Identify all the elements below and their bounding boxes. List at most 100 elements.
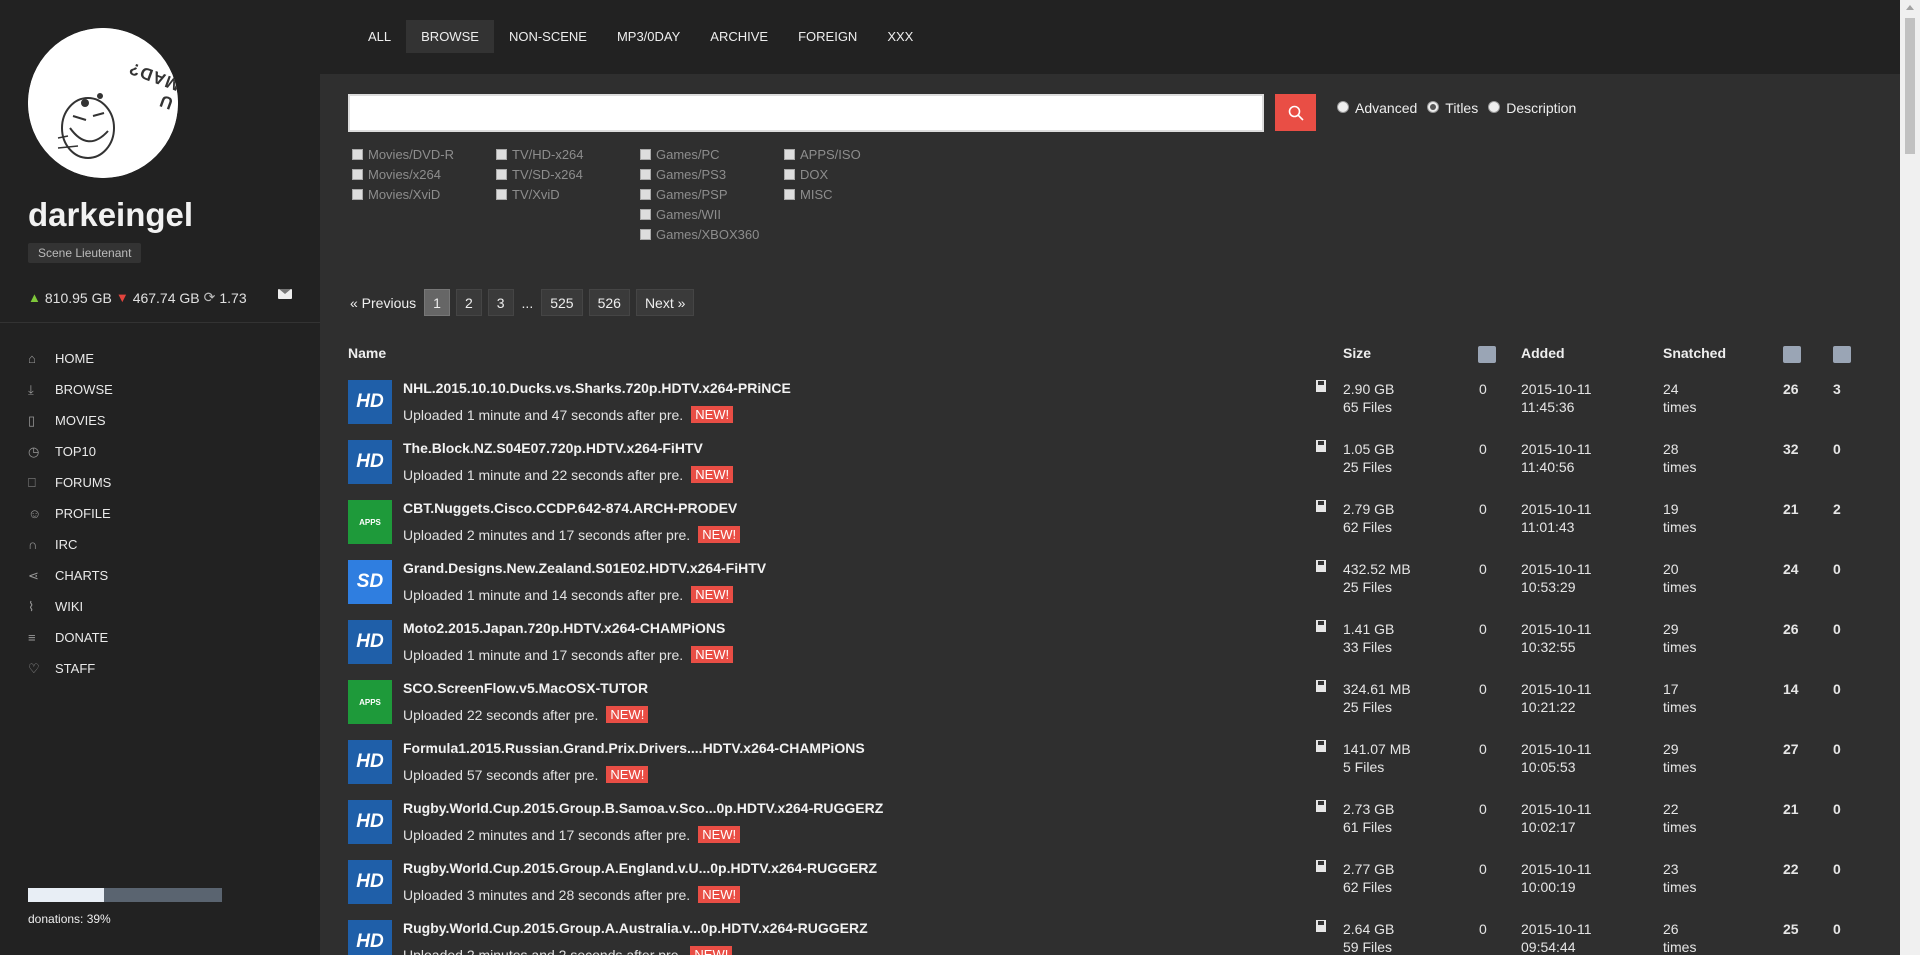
seeders-column-icon[interactable] (1783, 346, 1801, 363)
download-floppy-icon[interactable] (1316, 860, 1326, 872)
sidebar-item-top10[interactable]: ◷ TOP10 (28, 436, 113, 467)
leechers-count[interactable]: 3 (1833, 380, 1841, 398)
category-checkbox[interactable] (640, 188, 651, 200)
search-button[interactable] (1275, 94, 1316, 131)
tab-foreign[interactable]: FOREIGN (783, 20, 872, 53)
pagination-page-525[interactable]: 525 (541, 289, 583, 316)
leechers-count[interactable]: 0 (1833, 860, 1841, 878)
file-count[interactable]: 33 Files (1343, 638, 1394, 656)
search-option-description[interactable]: Description (1488, 100, 1576, 116)
avatar[interactable]: U MAD? (28, 28, 178, 178)
category-filter[interactable]: Movies/DVD-R (352, 144, 496, 164)
category-checkbox[interactable] (784, 168, 795, 180)
seeders-count[interactable]: 21 (1783, 500, 1799, 518)
seeders-count[interactable]: 26 (1783, 620, 1799, 638)
comments-count[interactable]: 0 (1479, 680, 1487, 698)
category-hd-icon[interactable]: HD (348, 740, 392, 784)
category-apps-icon[interactable]: APPS (348, 500, 392, 544)
tab-xxx[interactable]: XXX (872, 20, 928, 53)
category-checkbox[interactable] (352, 148, 363, 160)
pagination-page-2[interactable]: 2 (455, 289, 482, 316)
column-header-added[interactable]: Added (1521, 345, 1565, 361)
category-checkbox[interactable] (784, 148, 795, 160)
leechers-count[interactable]: 0 (1833, 560, 1841, 578)
download-floppy-icon[interactable] (1316, 800, 1326, 812)
category-filter[interactable]: APPS/ISO (784, 144, 928, 164)
comments-count[interactable]: 0 (1479, 860, 1487, 878)
category-filter[interactable]: Movies/x264 (352, 164, 496, 184)
torrent-name-link[interactable]: Rugby.World.Cup.2015.Group.A.England.v.U… (403, 860, 877, 876)
sidebar-item-profile[interactable]: ☺ PROFILE (28, 498, 113, 529)
seeders-count[interactable]: 14 (1783, 680, 1799, 698)
file-count[interactable]: 25 Files (1343, 578, 1411, 596)
comments-count[interactable]: 0 (1479, 440, 1487, 458)
seeders-count[interactable]: 26 (1783, 380, 1799, 398)
search-input[interactable] (348, 94, 1264, 132)
category-filter[interactable]: TV/XviD (496, 184, 640, 204)
download-floppy-icon[interactable] (1316, 680, 1326, 692)
category-checkbox[interactable] (496, 148, 507, 160)
comments-count[interactable]: 0 (1479, 920, 1487, 938)
file-count[interactable]: 65 Files (1343, 398, 1394, 416)
column-header-size[interactable]: Size (1343, 345, 1371, 361)
download-floppy-icon[interactable] (1316, 740, 1326, 752)
sidebar-item-staff[interactable]: ♡ STAFF (28, 653, 113, 684)
category-checkbox[interactable] (496, 188, 507, 200)
category-checkbox[interactable] (640, 208, 651, 220)
torrent-name-link[interactable]: Moto2.2015.Japan.720p.HDTV.x264-CHAMPiON… (403, 620, 725, 636)
comments-count[interactable]: 0 (1479, 740, 1487, 758)
torrent-name-link[interactable]: The.Block.NZ.S04E07.720p.HDTV.x264-FiHTV (403, 440, 703, 456)
category-filter[interactable]: Games/PS3 (640, 164, 784, 184)
category-hd-icon[interactable]: HD (348, 800, 392, 844)
file-count[interactable]: 62 Files (1343, 878, 1394, 896)
torrent-name-link[interactable]: Rugby.World.Cup.2015.Group.A.Australia.v… (403, 920, 868, 936)
category-checkbox[interactable] (352, 168, 363, 180)
pagination-next[interactable]: Next » (635, 289, 695, 316)
download-floppy-icon[interactable] (1316, 500, 1326, 512)
download-floppy-icon[interactable] (1316, 560, 1326, 572)
comments-count[interactable]: 0 (1479, 380, 1487, 398)
category-hd-icon[interactable]: HD (348, 440, 392, 484)
sidebar-item-irc[interactable]: ∩ IRC (28, 529, 113, 560)
tab-all[interactable]: ALL (353, 20, 406, 53)
leechers-count[interactable]: 0 (1833, 920, 1841, 938)
torrent-name-link[interactable]: Rugby.World.Cup.2015.Group.B.Samoa.v.Sco… (403, 800, 883, 816)
download-floppy-icon[interactable] (1316, 380, 1326, 392)
radio-button[interactable] (1488, 101, 1501, 113)
file-count[interactable]: 59 Files (1343, 938, 1394, 955)
torrent-name-link[interactable]: Formula1.2015.Russian.Grand.Prix.Drivers… (403, 740, 865, 756)
category-filter[interactable]: TV/HD-x264 (496, 144, 640, 164)
category-hd-icon[interactable]: HD (348, 860, 392, 904)
leechers-column-icon[interactable] (1833, 346, 1851, 363)
pagination-page-526[interactable]: 526 (588, 289, 630, 316)
leechers-count[interactable]: 0 (1833, 740, 1841, 758)
category-filter[interactable]: TV/SD-x264 (496, 164, 640, 184)
username[interactable]: darkeingel (28, 196, 193, 234)
sidebar-item-browse[interactable]: ⤓ BROWSE (28, 374, 113, 405)
torrent-name-link[interactable]: CBT.Nuggets.Cisco.CCDP.642-874.ARCH-PROD… (403, 500, 737, 516)
tab-browse[interactable]: BROWSE (406, 20, 494, 53)
seeders-count[interactable]: 22 (1783, 860, 1799, 878)
leechers-count[interactable]: 2 (1833, 500, 1841, 518)
category-filter[interactable]: Games/WII (640, 204, 784, 224)
download-floppy-icon[interactable] (1316, 620, 1326, 632)
category-filter[interactable]: MISC (784, 184, 928, 204)
file-count[interactable]: 25 Files (1343, 458, 1394, 476)
category-checkbox[interactable] (640, 228, 651, 240)
seeders-count[interactable]: 27 (1783, 740, 1799, 758)
category-filter[interactable]: Games/PC (640, 144, 784, 164)
sidebar-item-movies[interactable]: ▯ MOVIES (28, 405, 113, 436)
sidebar-item-donate[interactable]: ≡ DONATE (28, 622, 113, 653)
category-hd-icon[interactable]: HD (348, 920, 392, 955)
seeders-count[interactable]: 32 (1783, 440, 1799, 458)
comments-count[interactable]: 0 (1479, 500, 1487, 518)
leechers-count[interactable]: 0 (1833, 800, 1841, 818)
column-header-snatched[interactable]: Snatched (1663, 345, 1726, 361)
category-hd-icon[interactable]: HD (348, 380, 392, 424)
category-hd-icon[interactable]: HD (348, 620, 392, 664)
scrollbar-thumb[interactable] (1905, 18, 1915, 154)
sidebar-item-wiki[interactable]: ⌇ WIKI (28, 591, 113, 622)
pagination-page-3[interactable]: 3 (487, 289, 514, 316)
scroll-up-arrow-icon[interactable] (1906, 5, 1914, 10)
seeders-count[interactable]: 25 (1783, 920, 1799, 938)
